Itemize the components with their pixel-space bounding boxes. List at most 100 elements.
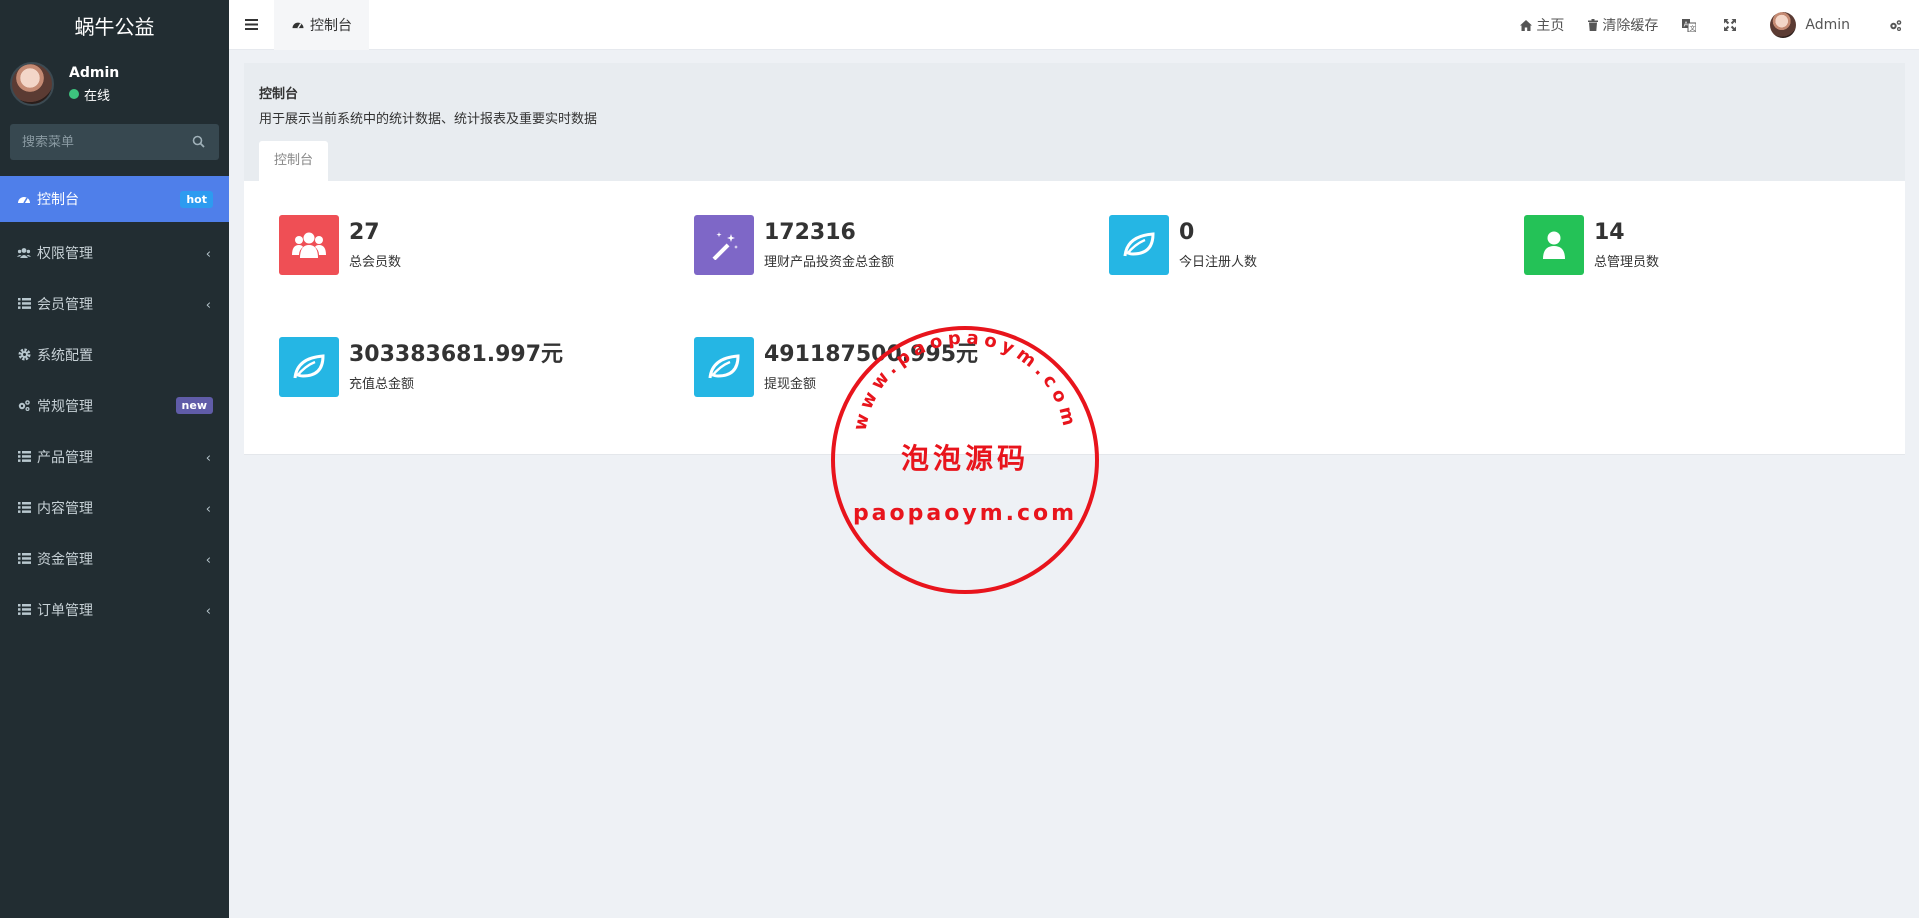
- dashboard-icon: [292, 22, 304, 29]
- dashboard-icon: [17, 192, 31, 206]
- status-label: 在线: [84, 88, 111, 104]
- tab-dashboard[interactable]: 控制台: [274, 0, 369, 50]
- menu-search: [10, 124, 219, 160]
- stat-card-recharge: 303383681.997元 充值总金额: [279, 337, 563, 397]
- chevron-left-icon: ‹: [205, 451, 211, 466]
- hamburger-icon: [245, 19, 258, 30]
- chevron-left-icon: ‹: [205, 247, 211, 262]
- list-icon: [17, 501, 31, 515]
- stat-card-today-registrations: 0 今日注册人数: [1109, 215, 1257, 275]
- stat-card-members: 27 总会员数: [279, 215, 401, 275]
- sidebar-toggle-button[interactable]: [229, 0, 274, 50]
- stat-value: 0: [1179, 220, 1195, 245]
- user-status: 在线: [69, 85, 119, 104]
- watermark-stamp: www.paopaoym.com 泡泡源码 paopaoym.com: [830, 325, 1100, 595]
- svg-text:www.paopaoym.com: www.paopaoym.com: [850, 327, 1081, 432]
- brand-logo[interactable]: 蜗牛公益: [0, 0, 229, 50]
- top-navbar: 控制台 主页 清除缓存 A文 Admin: [229, 0, 1919, 50]
- magic-wand-icon: [694, 215, 754, 275]
- watermark-bottom-text: paopaoym.com: [853, 501, 1077, 526]
- home-icon: [1520, 19, 1533, 31]
- avatar: [1770, 12, 1797, 38]
- chevron-left-icon: ‹: [205, 298, 211, 313]
- gear-icon: [17, 348, 31, 362]
- sidebar-item-orders[interactable]: 订单管理 ‹: [0, 584, 229, 635]
- watermark-arc-text: www.paopaoym.com: [850, 327, 1076, 432]
- sidebar-item-label: 系统配置: [37, 347, 93, 364]
- user-icon: [1524, 215, 1584, 275]
- language-button[interactable]: A文: [1670, 0, 1712, 50]
- sidebar-menu: 控制台 hot 权限管理 ‹ 会员管理 ‹ 系统配置 常规管理 new 产品管理…: [0, 176, 229, 635]
- stat-value: 303383681.997元: [349, 342, 564, 367]
- stat-label: 总管理员数: [1594, 255, 1660, 270]
- sidebar-item-label: 控制台: [37, 192, 79, 208]
- group-icon: [17, 246, 31, 260]
- chevron-left-icon: ‹: [205, 502, 211, 517]
- sidebar-item-products[interactable]: 产品管理 ‹: [0, 431, 229, 482]
- stat-value: 27: [349, 220, 380, 245]
- menu-search-input[interactable]: [22, 134, 182, 150]
- clear-cache-button[interactable]: 清除缓存: [1576, 0, 1670, 50]
- page-title: 控制台: [259, 87, 299, 102]
- search-icon[interactable]: [192, 135, 205, 152]
- online-dot-icon: [69, 89, 79, 99]
- sidebar-item-label: 会员管理: [37, 296, 93, 313]
- leaf-icon: [694, 337, 754, 397]
- home-button[interactable]: 主页: [1508, 0, 1576, 50]
- chevron-left-icon: ‹: [205, 553, 211, 568]
- expand-icon: [1724, 19, 1737, 31]
- chevron-left-icon: ‹: [205, 604, 211, 619]
- sidebar-item-label: 产品管理: [37, 449, 93, 466]
- list-icon: [17, 297, 31, 311]
- page-description: 用于展示当前系统中的统计数据、统计报表及重要实时数据: [259, 112, 598, 127]
- gears-icon: [1890, 19, 1902, 31]
- panel-header: 控制台 用于展示当前系统中的统计数据、统计报表及重要实时数据 控制台: [244, 63, 1905, 181]
- settings-button[interactable]: [1862, 0, 1919, 50]
- avatar: [10, 62, 54, 106]
- stat-label: 理财产品投资金总金额: [764, 255, 895, 270]
- sidebar-item-system-config[interactable]: 系统配置: [0, 329, 229, 380]
- svg-text:文: 文: [1690, 24, 1696, 32]
- sidebar-item-content[interactable]: 内容管理 ‹: [0, 482, 229, 533]
- sidebar-item-label: 资金管理: [37, 551, 93, 568]
- home-label: 主页: [1536, 18, 1565, 34]
- stat-label: 今日注册人数: [1179, 255, 1258, 270]
- leaf-icon: [1109, 215, 1169, 275]
- sidebar-item-dashboard[interactable]: 控制台 hot: [0, 176, 229, 222]
- sidebar-item-label: 权限管理: [37, 245, 93, 262]
- sidebar-item-funds[interactable]: 资金管理 ‹: [0, 533, 229, 584]
- translate-icon: A文: [1682, 18, 1697, 32]
- gears-icon: [17, 399, 31, 413]
- sidebar-item-label: 内容管理: [37, 500, 93, 517]
- header-user-name: Admin: [1805, 17, 1850, 33]
- sidebar-item-label: 常规管理: [37, 398, 93, 415]
- hot-badge: hot: [180, 190, 213, 208]
- stat-label: 总会员数: [349, 255, 402, 270]
- stat-card-investment: 172316 理财产品投资金总金额: [694, 215, 894, 275]
- stat-card-admins: 14 总管理员数: [1524, 215, 1659, 275]
- list-icon: [17, 603, 31, 617]
- fullscreen-button[interactable]: [1712, 0, 1752, 50]
- stat-label: 充值总金额: [349, 377, 415, 392]
- stat-value: 14: [1594, 220, 1625, 245]
- sidebar-item-members[interactable]: 会员管理 ‹: [0, 278, 229, 329]
- stat-value: 172316: [764, 220, 856, 245]
- sidebar: 蜗牛公益 Admin 在线 控制台 hot 权限管理: [0, 0, 229, 918]
- sidebar-item-permissions[interactable]: 权限管理 ‹: [0, 227, 229, 278]
- sidebar-item-general[interactable]: 常规管理 new: [0, 380, 229, 431]
- new-badge: new: [175, 397, 213, 414]
- list-icon: [17, 552, 31, 566]
- clear-cache-label: 清除缓存: [1602, 18, 1659, 34]
- tab-label: 控制台: [310, 17, 352, 34]
- header-actions: 主页 清除缓存 A文 Admin: [1508, 0, 1919, 50]
- user-name: Admin: [69, 64, 120, 81]
- tab-dashboard-inner[interactable]: 控制台: [259, 141, 329, 181]
- watermark-center-text: 泡泡源码: [901, 442, 1029, 475]
- trash-icon: [1588, 19, 1599, 31]
- leaf-icon: [279, 337, 339, 397]
- list-icon: [17, 450, 31, 464]
- user-panel: Admin 在线: [0, 50, 229, 118]
- user-menu-button[interactable]: Admin: [1752, 0, 1862, 50]
- sidebar-item-label: 订单管理: [37, 602, 93, 619]
- users-icon: [279, 215, 339, 275]
